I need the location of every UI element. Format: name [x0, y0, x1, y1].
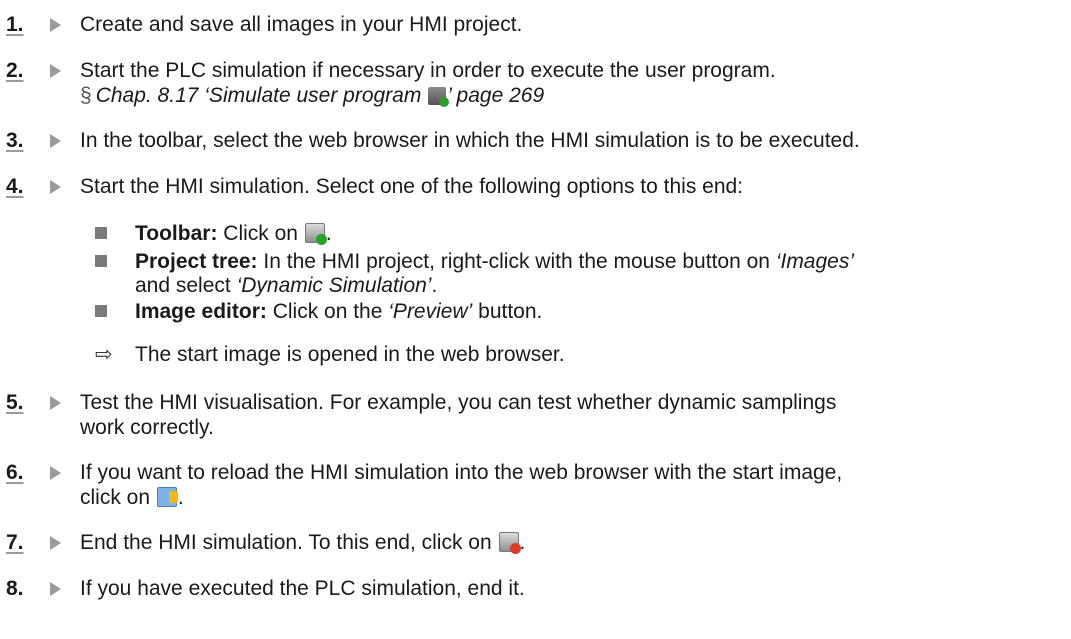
step-text-line: End the HMI simulation. To this end, cli…: [80, 531, 492, 554]
option-text: Click on: [223, 222, 298, 245]
result-text: The start image is opened in the web bro…: [135, 343, 565, 366]
option-label: Image editor:: [135, 300, 267, 323]
step-arrow-icon: [50, 180, 61, 194]
step-text: Start the HMI simulation. Select one of …: [80, 175, 744, 198]
option-quoted-term: ‘Dynamic Simulation’: [236, 274, 432, 297]
reference-text: Chap. 8.17 ‘Simulate user program: [95, 84, 422, 107]
step-number-label: 4.: [6, 175, 24, 198]
step-text-end: .: [177, 486, 184, 509]
option-label: Toolbar:: [135, 222, 218, 245]
step-text-line: work correctly.: [80, 416, 214, 439]
option-text: In the HMI project, right-click with the…: [263, 250, 770, 273]
step-arrow-icon: [50, 536, 61, 550]
step-number-label: 5.: [6, 391, 24, 414]
reference-symbol: §: [80, 84, 92, 107]
option-quoted-term: ‘Images’: [775, 250, 855, 273]
option-text: button.: [478, 300, 543, 323]
bullet-square-icon: [95, 227, 107, 239]
reload-icon: [156, 487, 178, 507]
step-number: 8.: [6, 576, 66, 602]
step-text: Test the HMI visualisation. For example,…: [80, 390, 1065, 440]
step-text: Start the PLC simulation if necessary in…: [80, 58, 1065, 108]
step-number-label: 1.: [6, 13, 24, 36]
step-arrow-icon: [50, 466, 61, 480]
option-text: Click on the: [272, 300, 383, 323]
option-label: Project tree:: [135, 250, 258, 273]
step-number-label: 8.: [6, 577, 24, 600]
step-arrow-icon: [50, 18, 61, 32]
step-arrow-icon: [50, 396, 61, 410]
step-text-line: click on: [80, 486, 151, 509]
option-end: .: [431, 274, 438, 297]
instruction-document: 1. Create and save all images in your HM…: [0, 0, 1071, 639]
bullet-square-icon: [95, 255, 107, 267]
option-text: and select: [135, 274, 231, 297]
step-text: If you have executed the PLC simulation,…: [80, 577, 525, 600]
step-text-line: If you want to reload the HMI simulation…: [80, 461, 843, 484]
option-quoted-term: ‘Preview’: [388, 300, 473, 323]
stop-simulation-icon: [498, 532, 521, 554]
step-text: Create and save all images in your HMI p…: [80, 13, 523, 36]
step-number: 6.: [6, 460, 66, 486]
option-end: .: [325, 222, 332, 245]
step-text-main: Start the PLC simulation if necessary in…: [80, 59, 776, 82]
step-number: 7.: [6, 530, 66, 556]
step-number-label: 3.: [6, 129, 24, 152]
result-arrow-icon: ⇨: [95, 343, 113, 366]
start-simulation-icon: [304, 223, 327, 245]
step-number: 4.: [6, 174, 66, 200]
step-arrow-icon: [50, 64, 61, 78]
bullet-square-icon: [95, 305, 107, 317]
step-text-line: Test the HMI visualisation. For example,…: [80, 391, 837, 414]
step-number-label: 6.: [6, 461, 24, 484]
plc-simulation-icon: [428, 87, 450, 107]
step-number: 1.: [6, 12, 66, 38]
step-arrow-icon: [50, 134, 61, 148]
step-text: In the toolbar, select the web browser i…: [80, 129, 860, 152]
step-number: 5.: [6, 390, 66, 416]
step-number: 2.: [6, 58, 66, 84]
step-number-label: 2.: [6, 59, 24, 82]
step-number: 3.: [6, 128, 66, 154]
step-arrow-icon: [50, 582, 61, 596]
reference-page: ’ page 269: [447, 84, 545, 107]
step-number-label: 7.: [6, 531, 24, 554]
step-text: End the HMI simulation. To this end, cli…: [80, 530, 1065, 555]
chapter-reference-link[interactable]: § Chap. 8.17 ‘Simulate user program ’ pag…: [80, 83, 1065, 108]
step-text: If you want to reload the HMI simulation…: [80, 460, 1065, 510]
